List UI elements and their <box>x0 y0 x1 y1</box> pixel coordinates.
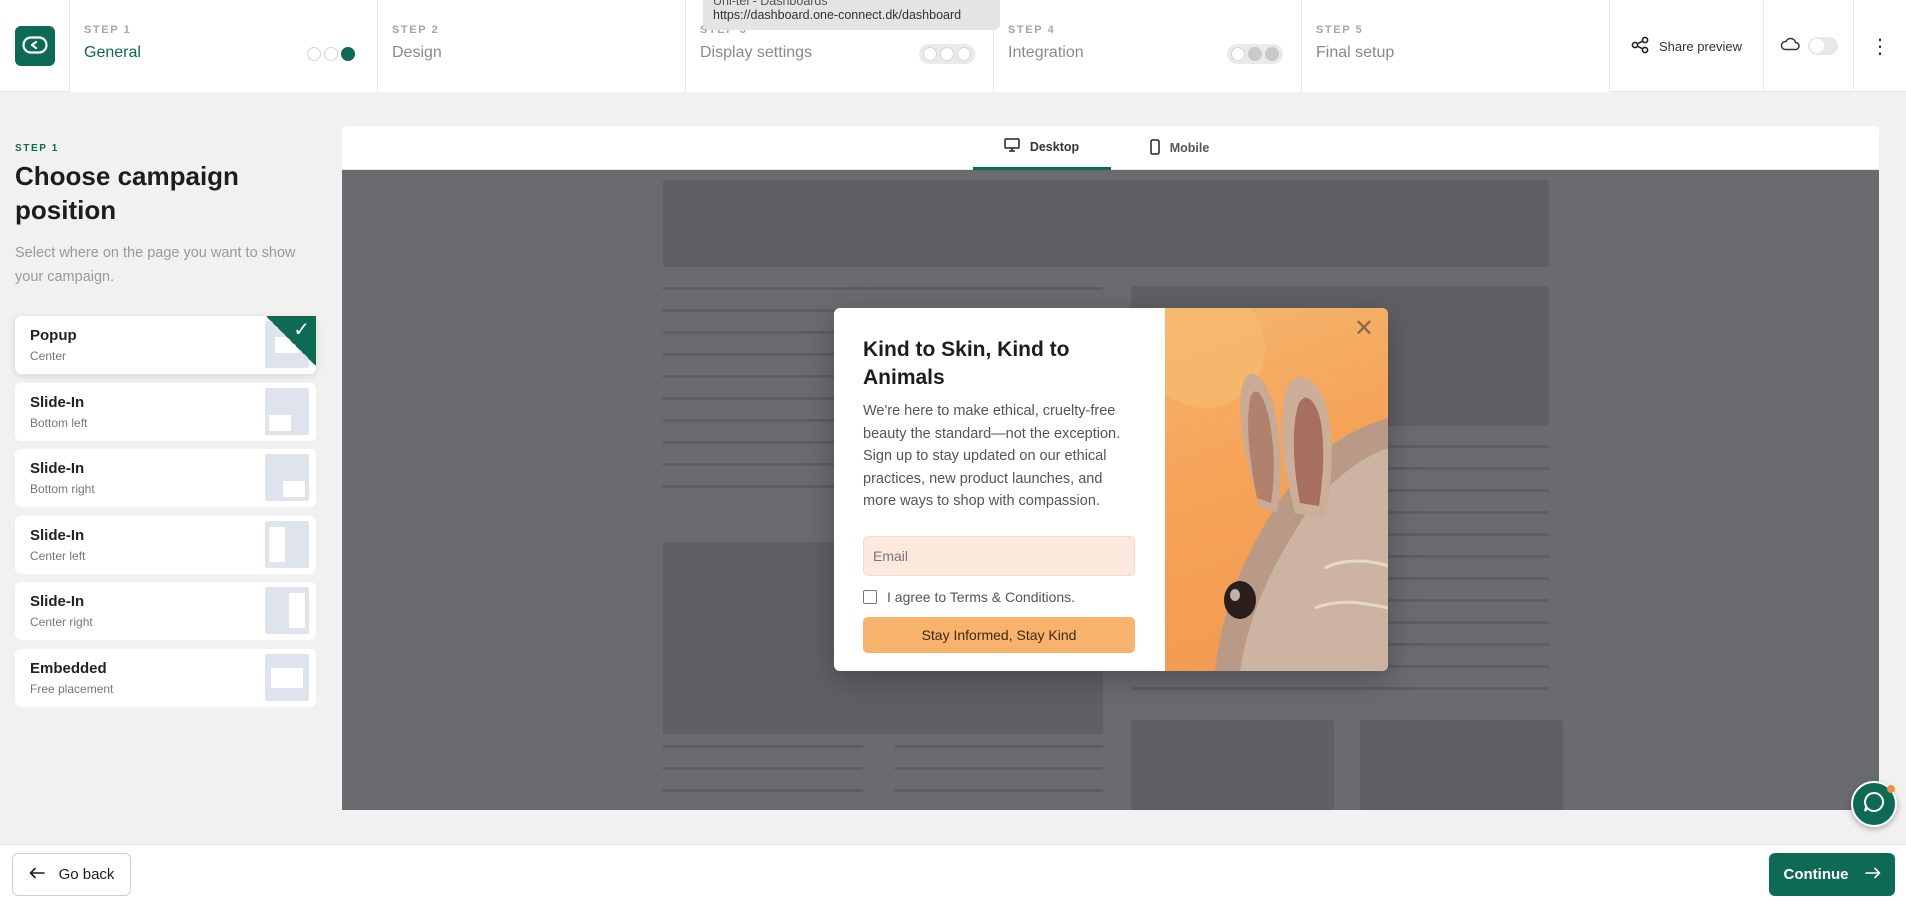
email-field[interactable]: Email <box>863 535 1135 576</box>
panel-step-label: STEP 1 <box>15 143 59 154</box>
progress-dot <box>1230 47 1245 61</box>
terms-label: I agree to Terms & Conditions. <box>887 588 1076 605</box>
option-slidein-center-right[interactable]: Slide-In Center right <box>15 582 316 640</box>
tab-desktop[interactable]: Desktop <box>972 126 1111 170</box>
progress-dot <box>922 47 937 61</box>
share-preview-button[interactable]: Share preview <box>1610 0 1764 92</box>
placeholder-line <box>663 789 863 792</box>
arrow-right-icon <box>1864 866 1881 883</box>
option-embedded[interactable]: Embedded Free placement <box>15 648 316 707</box>
share-icon <box>1631 36 1649 57</box>
tab-label: Mobile <box>1169 141 1210 155</box>
progress-dot <box>957 47 972 61</box>
continue-button[interactable]: Continue <box>1769 853 1895 896</box>
bottom-bar: Go back Continue <box>0 844 1906 901</box>
popup-title: Kind to Skin, Kind to Animals <box>863 338 1070 389</box>
progress-dot <box>306 47 321 61</box>
option-slidein-bottom-right[interactable]: Slide-In Bottom right <box>15 449 316 507</box>
step-4-integration[interactable]: STEP 4 Integration <box>994 0 1302 92</box>
autosave-toggle[interactable] <box>1807 37 1838 55</box>
step-2-design[interactable]: STEP 2 Design <box>378 0 686 92</box>
step-name: Final setup <box>1316 44 1395 61</box>
placeholder-line <box>663 767 863 770</box>
preview-tabs: Desktop Mobile <box>342 126 1879 170</box>
go-back-label: Go back <box>58 866 115 883</box>
step-progress-dots <box>919 44 975 64</box>
step-number: STEP 4 <box>1008 24 1056 36</box>
placeholder-header <box>663 180 1549 267</box>
position-options: Popup Center ✓ Slide-In Bottom left Slid… <box>15 316 316 715</box>
autosave-cell <box>1764 0 1854 92</box>
popup-content: Kind to Skin, Kind to Animals We're here… <box>834 308 1165 671</box>
mobile-icon <box>1149 138 1160 158</box>
option-thumbnail <box>265 454 309 501</box>
left-panel: STEP 1 Choose campaign position Select w… <box>15 143 315 289</box>
chat-icon <box>1862 790 1886 819</box>
tooltip-url: https://dashboard.one-connect.dk/dashboa… <box>713 8 962 22</box>
tab-label: Desktop <box>1029 139 1080 154</box>
option-thumbnail <box>265 653 309 701</box>
progress-dot <box>1265 47 1280 61</box>
progress-dot <box>939 47 954 61</box>
campaign-popup: Kind to Skin, Kind to Animals We're here… <box>834 308 1388 671</box>
placeholder-line <box>1131 687 1549 690</box>
continue-label: Continue <box>1783 866 1849 883</box>
placeholder-line <box>895 789 1103 792</box>
progress-dot-active <box>341 47 356 61</box>
bunny-image: ✕ <box>1145 308 1388 671</box>
step-progress-dots <box>1227 44 1283 64</box>
option-thumbnail <box>265 587 309 634</box>
checkmark-icon: ✓ <box>293 319 310 341</box>
option-thumbnail <box>265 520 309 568</box>
go-back-button[interactable]: Go back <box>12 853 131 896</box>
step-1-general[interactable]: STEP 1 General <box>70 0 378 92</box>
url-tooltip: Uni-tel - Dashboards https://dashboard.o… <box>703 0 1000 30</box>
option-popup-center[interactable]: Popup Center ✓ <box>15 316 316 374</box>
panel-title: Choose campaign position <box>15 161 239 225</box>
terms-checkbox-row[interactable]: I agree to Terms & Conditions. <box>863 589 1136 605</box>
step-number: STEP 5 <box>1316 24 1364 36</box>
placeholder-line <box>663 287 1103 290</box>
step-number: STEP 2 <box>392 24 440 36</box>
placeholder-card <box>1131 720 1334 810</box>
option-thumbnail <box>265 387 309 435</box>
logo-cell[interactable] <box>0 0 70 92</box>
app-logo[interactable] <box>14 26 55 66</box>
terms-checkbox[interactable] <box>863 589 877 604</box>
progress-dot <box>323 47 338 61</box>
chat-button[interactable] <box>1851 781 1897 827</box>
tab-mobile[interactable]: Mobile <box>1111 126 1249 170</box>
subscribe-button[interactable]: Stay Informed, Stay Kind <box>863 616 1135 653</box>
bunny-illustration <box>1145 308 1388 671</box>
close-icon[interactable]: ✕ <box>1354 314 1374 343</box>
panel-description: Select where on the page you want to sho… <box>15 245 296 285</box>
step-5-final-setup[interactable]: STEP 5 Final setup <box>1302 0 1610 92</box>
step-progress-dots <box>303 44 359 64</box>
option-slidein-bottom-left[interactable]: Slide-In Bottom left <box>15 382 316 441</box>
arrow-left-icon <box>29 866 45 883</box>
desktop-icon <box>1004 138 1020 155</box>
placeholder-line <box>895 745 1103 748</box>
share-preview-label: Share preview <box>1658 38 1743 54</box>
more-options-icon[interactable]: ⋮ <box>1854 0 1906 92</box>
placeholder-line <box>663 745 863 748</box>
selected-corner: ✓ <box>266 316 316 366</box>
step-name: Design <box>392 44 442 61</box>
tooltip-title: Uni-tel - Dashboards <box>713 0 828 8</box>
progress-dot <box>1247 47 1262 61</box>
placeholder-card <box>1360 720 1563 810</box>
placeholder-line <box>895 767 1103 770</box>
cloud-icon <box>1780 37 1800 56</box>
popup-body: We're here to make ethical, cruelty-free… <box>863 403 1121 509</box>
option-slidein-center-left[interactable]: Slide-In Center left <box>15 515 316 574</box>
step-number: STEP 1 <box>84 24 132 36</box>
